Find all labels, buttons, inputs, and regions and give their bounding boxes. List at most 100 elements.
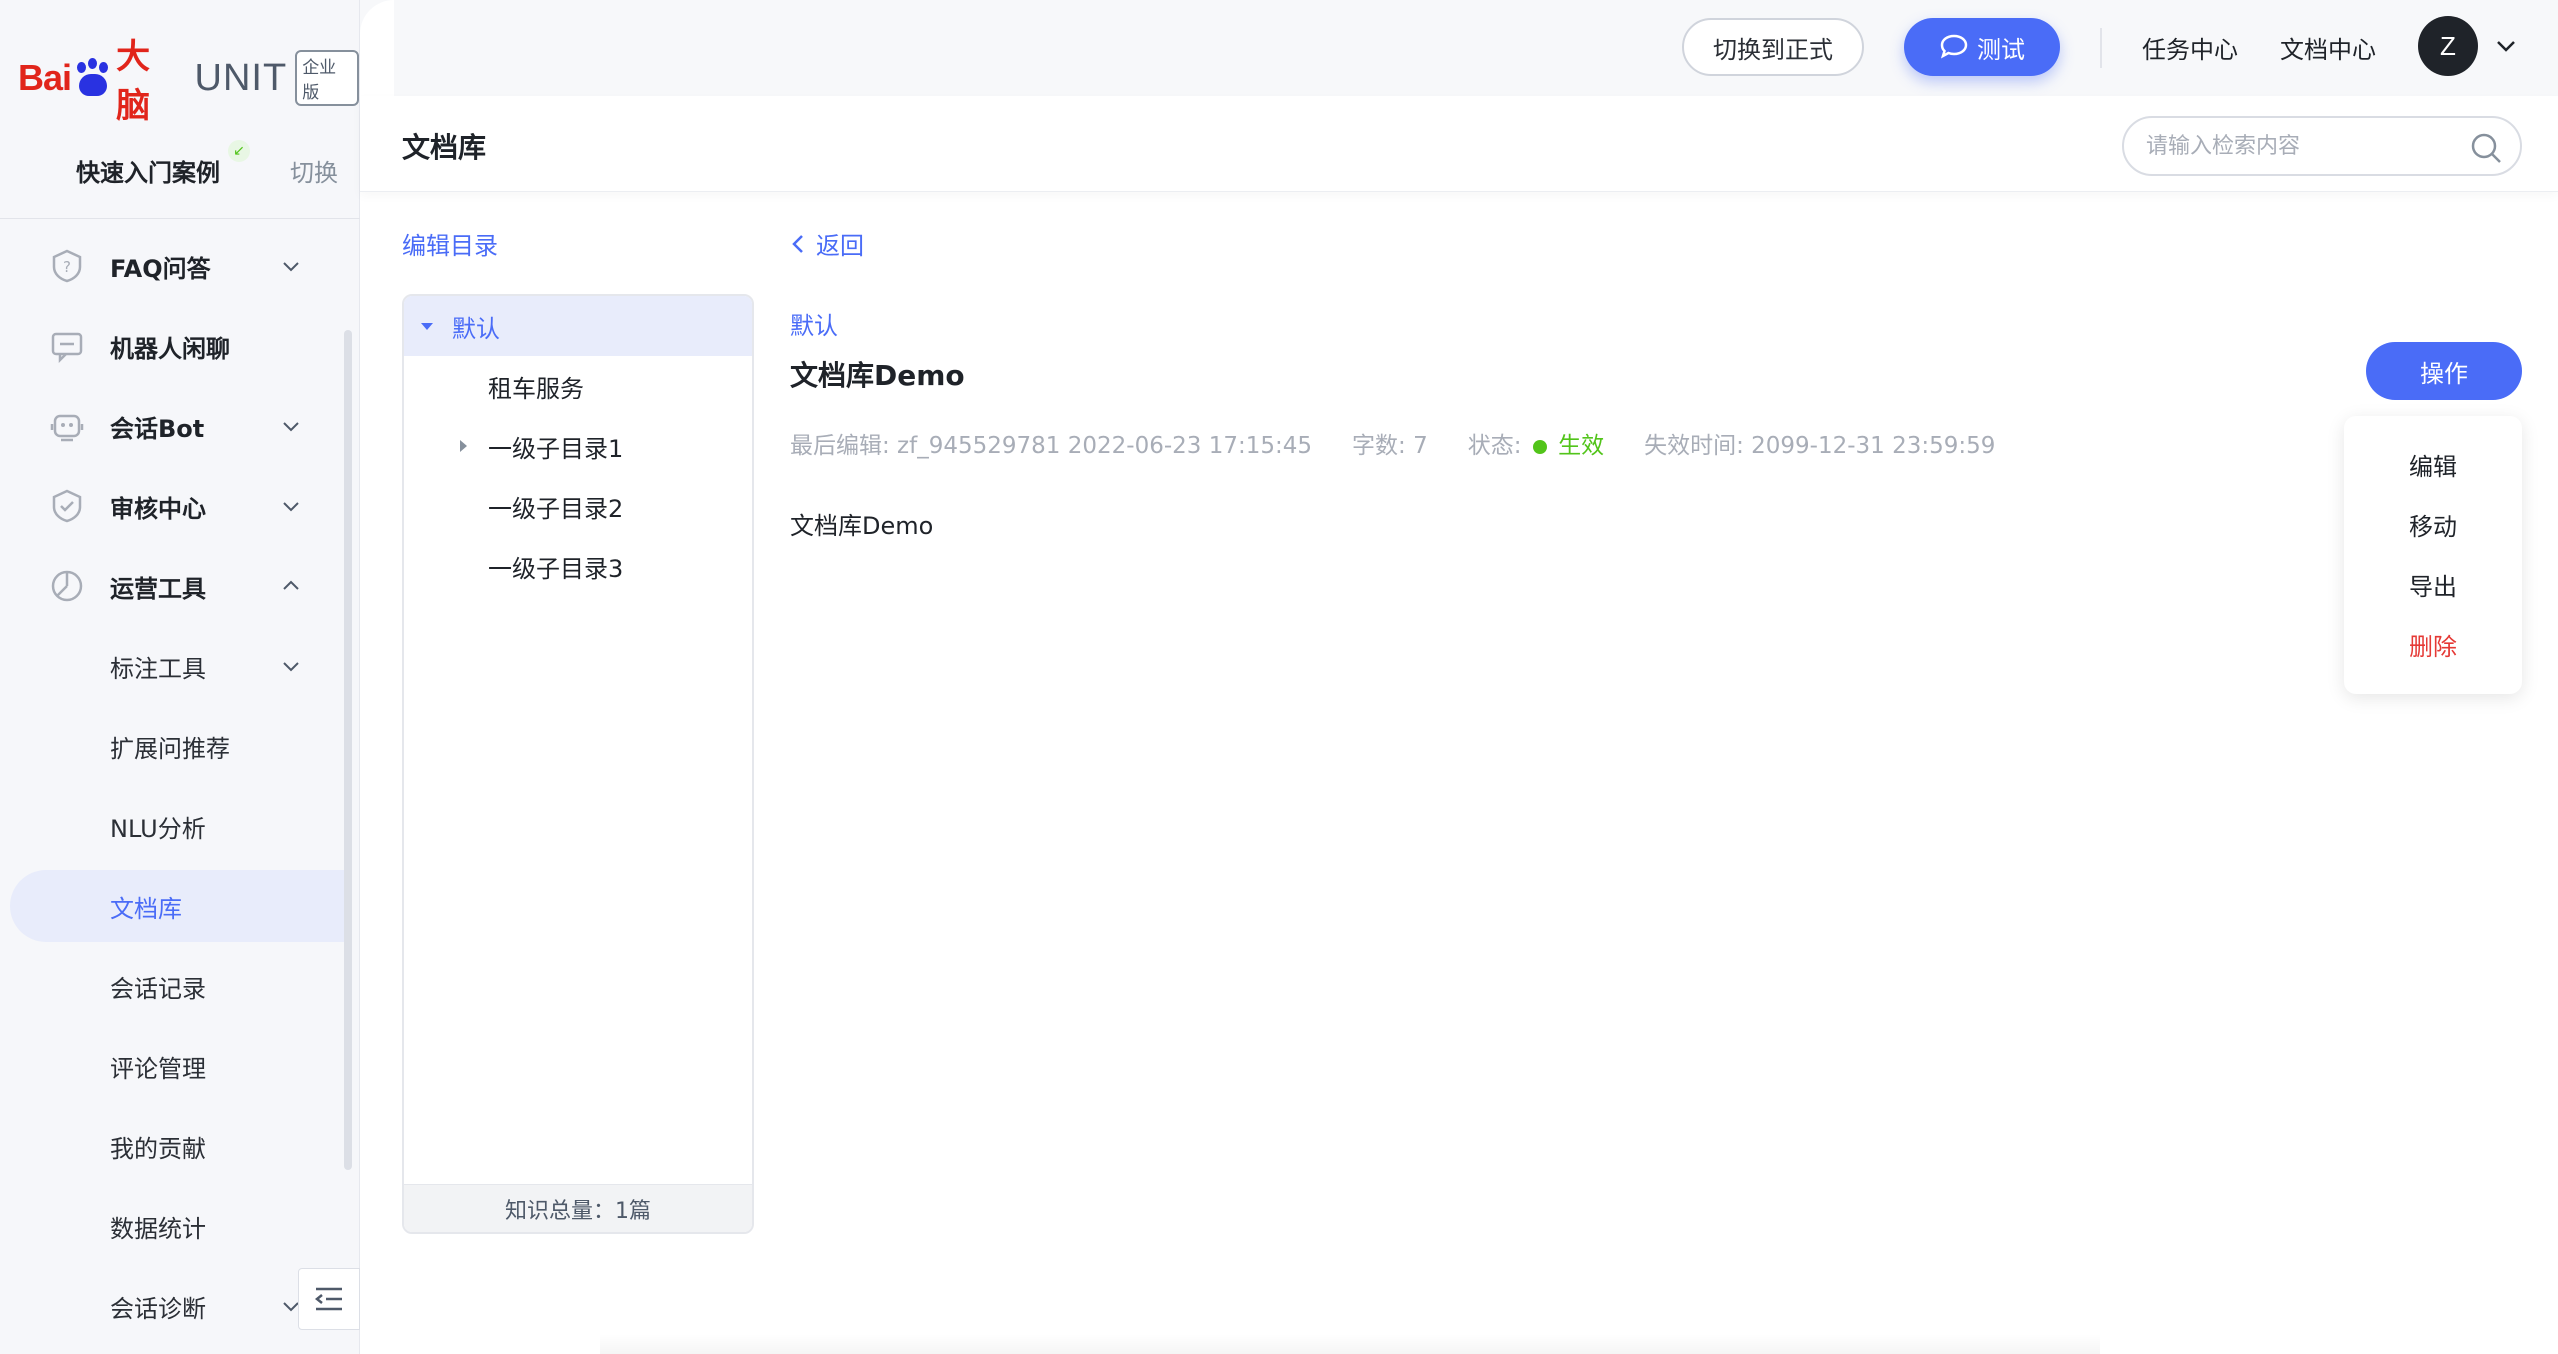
page-title: 文档库 [402,131,487,164]
sidebar-item-label: 机器人闲聊 [110,334,230,363]
page-header: 文档库 [360,96,2558,192]
sidebar-item-annotation[interactable]: 标注工具 [10,630,350,702]
sidebar-item-label: 数据统计 [110,1214,206,1243]
back-label: 返回 [816,232,864,260]
collapse-sidebar-button[interactable] [298,1268,360,1330]
tree-node-label: 租车服务 [488,374,584,403]
chevron-down-icon [283,502,299,512]
sidebar-scrollbar[interactable] [344,330,352,1170]
sidebar-divider [0,218,360,219]
chevron-left-icon [792,234,803,253]
robot-icon [50,409,84,443]
status-value: 生效 [1558,433,1605,459]
tree-node-label: 一级子目录1 [488,434,624,463]
sidebar: Bai 大脑 UNIT 企业版 快速入门案例 ↙ 切换 ? FAQ问答 机器人闲… [0,0,360,1354]
tree-node-label: 一级子目录2 [488,494,624,523]
menu-item-move[interactable]: 移动 [2344,494,2522,554]
sidebar-item-label: 标注工具 [110,654,206,683]
main-content: 文档库 编辑目录 返回 默认 租车服务 一级子目录1 一级子目录2 一级子目录3… [360,96,2558,1354]
word-count: 字数: 7 [1352,433,1428,459]
sidebar-item-question-recommend[interactable]: 扩展问推荐 [10,710,350,782]
knowledge-total: 知识总量：1篇 [404,1184,752,1232]
tree-node[interactable]: 租车服务 [404,356,752,416]
caret-right-icon[interactable] [456,439,470,453]
svg-text:?: ? [63,258,71,276]
sidebar-item-label: 评论管理 [110,1054,206,1083]
sidebar-item-label: FAQ问答 [110,254,211,283]
sidebar-item-faq[interactable]: ? FAQ问答 [10,230,350,302]
menu-item-export[interactable]: 导出 [2344,554,2522,614]
sidebar-item-label: NLU分析 [110,814,206,843]
tree-node-label: 默认 [452,314,500,343]
document-meta: 最后编辑: zf_945529781 2022-06-23 17:15:45 字… [790,426,2035,460]
breadcrumb[interactable]: 默认 [790,306,838,341]
tree-node[interactable]: 一级子目录3 [404,536,752,596]
bottom-shadow [600,1334,2100,1354]
sidebar-item-label: 运营工具 [110,574,206,603]
edit-directory-link[interactable]: 编辑目录 [402,226,498,261]
topbar-corner [360,0,394,96]
sidebar-item-contributions[interactable]: 我的贡献 [10,1110,350,1182]
sidebar-item-comments[interactable]: 评论管理 [10,1030,350,1102]
sidebar-item-session-log[interactable]: 会话记录 [10,950,350,1022]
sidebar-item-review[interactable]: 审核中心 [10,470,350,542]
menu-item-delete[interactable]: 删除 [2344,614,2522,674]
tree-node[interactable]: 一级子目录1 [404,416,752,476]
document-title: 文档库Demo [790,359,965,392]
pie-chart-icon [50,569,84,603]
baidu-unit-logo[interactable]: Bai 大脑 UNIT 企业版 [18,37,359,126]
switch-case-link[interactable]: 切换 [290,153,338,188]
search-icon[interactable] [2470,132,2502,164]
test-button-label: 测试 [1977,35,2025,64]
task-center-link[interactable]: 任务中心 [2142,30,2238,65]
sidebar-item-bot[interactable]: 会话Bot [10,390,350,462]
status-label: 状态: [1467,433,1522,459]
document-body: 文档库Demo [790,512,934,540]
status: 状态: 生效 [1468,426,1604,460]
baidu-paw-icon [73,58,112,98]
edition-badge: 企业版 [295,50,359,106]
sidebar-item-chitchat[interactable]: 机器人闲聊 [10,310,350,382]
chevron-down-icon [283,662,299,672]
switch-to-formal-button[interactable]: 切换到正式 [1682,18,1864,76]
search-input[interactable] [2146,133,2446,159]
test-button[interactable]: 测试 [1904,18,2060,76]
logo-naocn-text: 大脑 [116,37,151,126]
menu-item-edit[interactable]: 编辑 [2344,434,2522,494]
logo-unit-text: UNIT [194,56,288,99]
operation-button[interactable]: 操作 [2366,342,2522,400]
doc-center-link[interactable]: 文档中心 [2280,30,2376,65]
case-switcher: 快速入门案例 ↙ 切换 [0,140,360,200]
topbar-separator [2100,28,2102,68]
back-link[interactable]: 返回 [790,226,864,261]
caret-down-icon[interactable] [420,319,434,333]
directory-tree: 默认 租车服务 一级子目录1 一级子目录2 一级子目录3 知识总量：1篇 [402,294,754,1234]
sidebar-item-label: 会话诊断 [110,1294,206,1323]
sidebar-item-label: 审核中心 [110,494,206,523]
sidebar-item-nlu[interactable]: NLU分析 [10,790,350,862]
sidebar-item-ops-tools[interactable]: 运营工具 [10,550,350,622]
chat-bubble-icon [50,329,84,363]
chevron-up-icon [283,580,299,590]
question-shield-icon: ? [50,249,84,283]
sidebar-item-label: 扩展问推荐 [110,734,230,763]
chevron-down-icon[interactable] [2494,34,2518,58]
collapse-icon [314,1287,342,1311]
sidebar-item-doc-library[interactable]: 文档库 [10,870,350,942]
case-name: 快速入门案例 [76,158,220,187]
expire-time: 失效时间: 2099-12-31 23:59:59 [1644,433,1996,459]
tree-node-label: 一级子目录3 [488,554,624,583]
search-box[interactable] [2122,116,2522,176]
tree-node-root[interactable]: 默认 [404,296,752,356]
sidebar-item-statistics[interactable]: 数据统计 [10,1190,350,1262]
chevron-down-icon [283,422,299,432]
last-edit: 最后编辑: zf_945529781 2022-06-23 17:15:45 [790,433,1313,459]
sidebar-item-label: 我的贡献 [110,1134,206,1163]
status-dot [1532,439,1547,454]
sidebar-item-label: 会话Bot [110,414,205,443]
sidebar-item-label: 会话记录 [110,974,206,1003]
operation-menu: 编辑 移动 导出 删除 [2344,416,2522,694]
tree-node[interactable]: 一级子目录2 [404,476,752,536]
avatar[interactable]: Z [2418,16,2478,76]
chevron-down-icon [283,262,299,272]
